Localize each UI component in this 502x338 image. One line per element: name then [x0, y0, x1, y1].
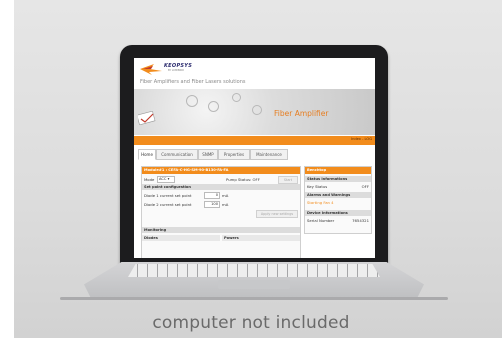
tab-communication[interactable]: Communication [156, 149, 198, 160]
status-section-title: Status informations [305, 176, 371, 182]
diode2-unit: mA [222, 202, 229, 207]
orange-bar [134, 136, 375, 145]
laptop-trackpad [218, 280, 290, 289]
tab-snmp[interactable]: SNMP [198, 149, 218, 160]
bubble-decoration [186, 95, 198, 107]
device-section-title: Device Informations [305, 210, 371, 216]
brand-subtitle: BY LUMIBIRD [168, 69, 185, 72]
bubble-decoration [208, 101, 219, 112]
bubble-decoration [232, 93, 241, 102]
diode2-input[interactable]: 100 [204, 201, 220, 208]
tab-maintenance[interactable]: Maintenance [250, 149, 288, 160]
alarm-item: Starting Fan 4 [307, 200, 334, 205]
tagline: Fiber Amplifiers and Fiber Lasers soluti… [140, 79, 246, 85]
key-status-value: OFF [361, 184, 369, 189]
mode-value: ACC [159, 177, 167, 181]
powers-column-header: Powers [222, 235, 300, 241]
diode1-label: Diode 1 current set point [144, 193, 192, 198]
diode2-label: Diode 2 current set point [144, 202, 192, 207]
laptop-foot [60, 297, 448, 300]
banner-title: Fiber Amplifier [274, 109, 329, 118]
alarms-section-title: Alarms and Warnings [305, 192, 371, 198]
apply-settings-button[interactable]: Apply new settings [256, 210, 298, 218]
pump-status: Pump Status: OFF [226, 177, 260, 182]
serial-number-value: 7654321 [352, 218, 369, 223]
key-status-label: Key Status [307, 184, 328, 189]
mode-select[interactable]: ACC ▾ [157, 176, 175, 183]
laptop-keyboard [128, 264, 380, 277]
caption: computer not included [152, 313, 350, 333]
mode-label: Mode [144, 177, 155, 182]
hero-banner: Fiber Amplifier [134, 89, 375, 135]
module-title: Module#1 : CEFA-C-HG-SM-90-B130-FA-FA [142, 167, 300, 174]
start-button[interactable]: Start [278, 176, 298, 184]
module-panel: Module#1 : CEFA-C-HG-SM-90-B130-FA-FA Mo… [141, 166, 301, 258]
tab-properties[interactable]: Properties [218, 149, 250, 160]
chevron-down-icon: ▾ [167, 177, 170, 181]
brand-logo-icon [140, 64, 162, 75]
orange-bar-link[interactable]: Index - LOG [351, 137, 372, 141]
tab-home[interactable]: Home [138, 149, 156, 160]
monitoring-section-title: Monitoring [142, 227, 300, 233]
diodes-column-header: Diodes [142, 235, 220, 241]
app-header: KEOPSYS BY LUMIBIRD Fiber Amplifiers and… [134, 58, 375, 88]
laptop-screen: KEOPSYS BY LUMIBIRD Fiber Amplifiers and… [134, 58, 375, 258]
diode1-unit: mA [222, 193, 229, 198]
diode1-input[interactable]: 0 [204, 192, 220, 199]
benchtop-panel: Benchtop Status informations Key Status … [304, 166, 372, 234]
setpoint-section-title: Set point configuration [142, 184, 300, 190]
product-badge-icon [138, 111, 156, 125]
benchtop-title: Benchtop [305, 167, 371, 174]
bubble-decoration [252, 105, 262, 115]
serial-number-label: Serial Number [307, 218, 335, 223]
